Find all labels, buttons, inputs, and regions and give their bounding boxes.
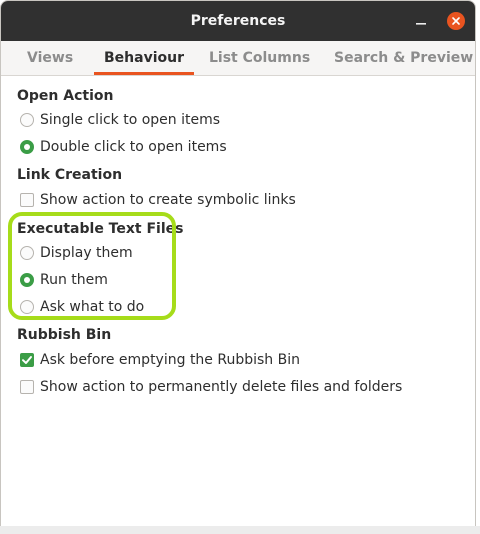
tab-search-preview[interactable]: Search & Preview xyxy=(334,41,473,75)
tab-bar: Views Behaviour List Columns Search & Pr… xyxy=(1,41,475,76)
display-them-option[interactable]: Display them xyxy=(20,243,133,263)
ask-before-emptying-checkbox[interactable] xyxy=(20,353,34,367)
tab-behaviour[interactable]: Behaviour xyxy=(94,41,194,75)
run-them-radio[interactable] xyxy=(20,273,34,287)
symbolic-links-label: Show action to create symbolic links xyxy=(40,192,296,208)
run-them-option[interactable]: Run them xyxy=(20,270,108,290)
background-strip xyxy=(0,526,480,534)
double-click-label: Double click to open items xyxy=(40,139,227,155)
minimize-icon xyxy=(416,23,426,25)
permanent-delete-label: Show action to permanently delete files … xyxy=(40,379,403,395)
close-button[interactable] xyxy=(447,12,465,30)
checkmark-icon xyxy=(22,356,32,364)
permanent-delete-option[interactable]: Show action to permanently delete files … xyxy=(20,377,402,397)
close-icon xyxy=(452,17,460,25)
tab-list-columns[interactable]: List Columns xyxy=(209,41,310,75)
minimize-button[interactable] xyxy=(413,13,429,29)
ask-what-to-do-option[interactable]: Ask what to do xyxy=(20,297,144,317)
run-them-label: Run them xyxy=(40,272,108,288)
single-click-option[interactable]: Single click to open items xyxy=(20,110,220,130)
single-click-radio[interactable] xyxy=(20,113,34,127)
ask-before-emptying-option[interactable]: Ask before emptying the Rubbish Bin xyxy=(20,350,300,370)
ask-what-to-do-label: Ask what to do xyxy=(40,299,145,315)
display-them-radio[interactable] xyxy=(20,246,34,260)
symbolic-links-checkbox[interactable] xyxy=(20,193,34,207)
ask-what-to-do-radio[interactable] xyxy=(20,300,34,314)
double-click-radio[interactable] xyxy=(20,140,34,154)
single-click-label: Single click to open items xyxy=(40,112,221,128)
titlebar: Preferences xyxy=(1,1,475,41)
ask-before-emptying-label: Ask before emptying the Rubbish Bin xyxy=(40,352,300,368)
rubbish-bin-heading: Rubbish Bin xyxy=(17,327,112,343)
link-creation-heading: Link Creation xyxy=(17,167,123,183)
preferences-window: Preferences Views Behaviour List Columns… xyxy=(0,0,476,528)
display-them-label: Display them xyxy=(40,245,133,261)
permanent-delete-checkbox[interactable] xyxy=(20,380,34,394)
open-action-heading: Open Action xyxy=(17,88,114,104)
window-title: Preferences xyxy=(190,13,286,29)
tab-views[interactable]: Views xyxy=(27,41,73,75)
executable-text-files-heading: Executable Text Files xyxy=(17,221,184,237)
symbolic-links-option[interactable]: Show action to create symbolic links xyxy=(20,190,296,210)
double-click-option[interactable]: Double click to open items xyxy=(20,137,227,157)
